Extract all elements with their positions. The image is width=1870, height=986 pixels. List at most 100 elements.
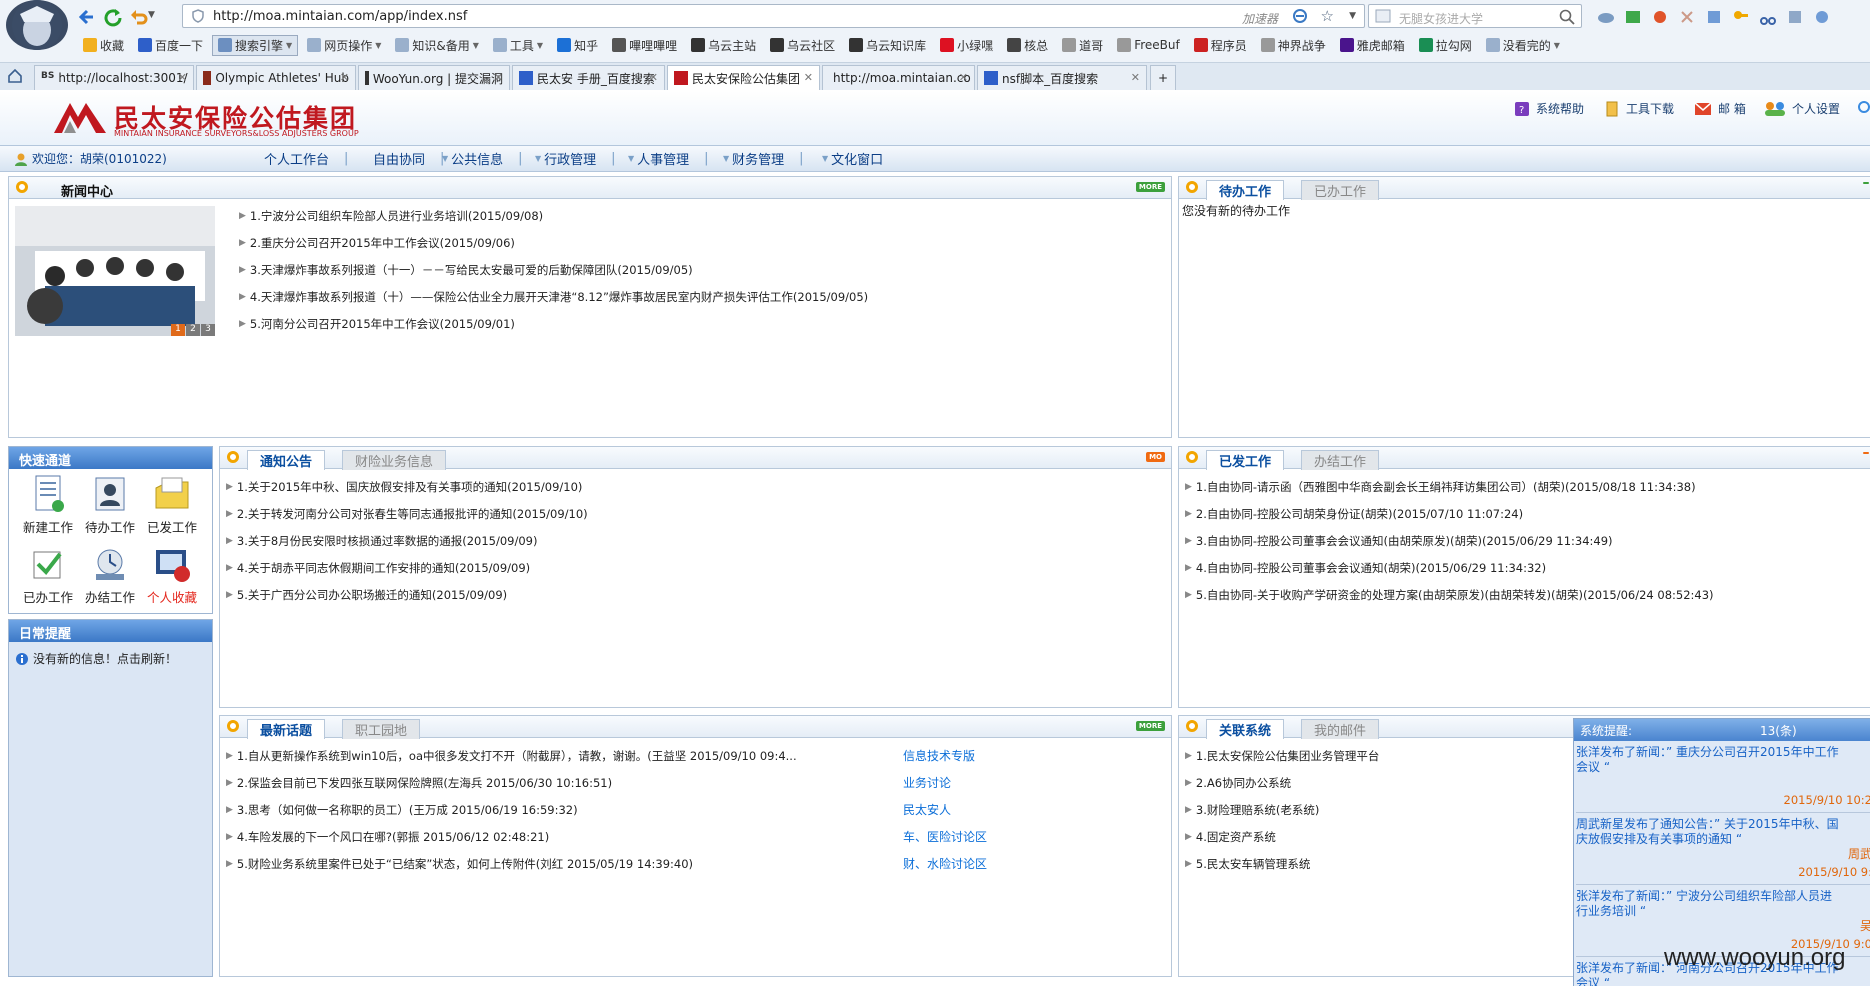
close-icon[interactable]: ✕: [494, 71, 503, 84]
address-bar[interactable]: http://moa.mintaian.com/app/index.nsf 加速…: [182, 4, 1365, 28]
tab-latest-topics[interactable]: 最新话题: [247, 719, 326, 739]
accelerator-label[interactable]: 加速器: [1242, 10, 1278, 27]
list-item-link[interactable]: 1.民太安保险公估集团业务管理平台: [1196, 748, 1379, 764]
tab-sent-work[interactable]: 已发工作: [1206, 450, 1285, 470]
menu-item[interactable]: ▼ 文化窗口: [822, 149, 883, 168]
popup-item-text[interactable]: 张洋发布了新闻：” 重庆分公司召开2015年中工作会议 “: [1576, 745, 1841, 775]
tab-staff-garden[interactable]: 职工园地: [342, 719, 421, 739]
browser-tab[interactable]: http://moa.mintaian.co ✕: [822, 65, 975, 90]
close-icon[interactable]: ✕: [804, 71, 813, 84]
popup-item-text[interactable]: 张洋发布了新闻：” 宁波分公司组织车险部人员进行业务培训 “: [1576, 889, 1841, 919]
bookmark-item[interactable]: 嗶哩嗶哩: [607, 36, 682, 55]
list-item-link[interactable]: 4.车险发展的下一个风口在哪?(郭振 2015/06/12 02:48:21): [237, 829, 549, 845]
notice-more-button[interactable]: MO: [1146, 452, 1165, 462]
list-item-link[interactable]: 4.自由协同-控股公司董事会会议通知(胡荣)(2015/06/29 11:34:…: [1196, 560, 1546, 576]
list-item-link[interactable]: 1.自从更新操作系统到win10后，oa中很多发文打不开（附截屏），请教，谢谢。…: [237, 748, 797, 764]
bookmark-item[interactable]: 百度一下: [133, 36, 208, 55]
menu-item[interactable]: ▼ 行政管理 |: [535, 149, 616, 168]
browser-tab[interactable]: Olympic Athletes' Hub ✕: [196, 65, 356, 90]
list-item[interactable]: ▶ 3.关于8月份民安限时核损通过率数据的通报(2015/09/09): [226, 527, 588, 554]
list-item-link[interactable]: 2.重庆分公司召开2015年中工作会议(2015/09/06): [250, 235, 515, 251]
list-item[interactable]: ▶ 4.车险发展的下一个风口在哪?(郭振 2015/06/12 02:48:21): [226, 823, 797, 850]
bookmark-item[interactable]: 乌云社区: [765, 36, 840, 55]
user-avatar[interactable]: [6, 0, 68, 50]
list-item-link[interactable]: 4.天津爆炸事故系列报道（十）——保险公估业全力展开天津港“8.12”爆炸事故居…: [250, 289, 868, 305]
menu-item[interactable]: ▼ 财务管理 |: [723, 149, 804, 168]
puzzle-icon[interactable]: [1786, 8, 1804, 26]
list-item[interactable]: ▶ 4.自由协同-控股公司董事会会议通知(胡荣)(2015/06/29 11:34…: [1185, 554, 1714, 581]
sent-more-button[interactable]: [1863, 452, 1869, 454]
topics-more-button[interactable]: MORE: [1135, 721, 1165, 731]
tab-todo[interactable]: 待办工作: [1206, 180, 1285, 200]
list-item-link[interactable]: 5.财险业务系统里案件已处于“已结案”状态，如何上传附件(刘红 2015/05/…: [237, 856, 693, 872]
list-item-link[interactable]: 3.思考（如何做一名称职的员工）(王万成 2015/06/19 16:59:32…: [237, 802, 578, 818]
topic-category-link[interactable]: 财、水险讨论区: [903, 855, 987, 872]
menu-item[interactable]: 自由协同 |: [373, 149, 444, 168]
bookmark-item[interactable]: 知识&备用 ▼: [390, 36, 484, 55]
quick-sent-work[interactable]: 已发工作: [141, 474, 203, 536]
screenshot-icon[interactable]: [1624, 8, 1642, 26]
list-item[interactable]: ▶ 2.保监会目前已下发四张互联网保险牌照(左海兵 2015/06/30 10:1…: [226, 769, 797, 796]
bookmark-item[interactable]: 知乎: [552, 36, 603, 55]
bookmark-item[interactable]: 道哥: [1057, 36, 1108, 55]
news-photo[interactable]: 123: [15, 206, 215, 336]
list-item-link[interactable]: 3.关于8月份民安限时核损通过率数据的通报(2015/09/09): [237, 533, 538, 549]
personal-settings-link[interactable]: 个人设置: [1764, 100, 1840, 117]
list-item-link[interactable]: 5.河南分公司召开2015年中工作会议(2015/09/01): [250, 316, 515, 332]
bookmark-item[interactable]: 小绿嘿: [935, 36, 998, 55]
bookmark-item[interactable]: 搜索引擎 ▼: [212, 34, 299, 56]
list-item[interactable]: ▶ 4.关于胡赤平同志休假期间工作安排的通知(2015/09/09): [226, 554, 588, 581]
list-item[interactable]: ▶ 2.A6协同办公系统: [1185, 769, 1379, 796]
address-dropdown-icon[interactable]: ▼: [1349, 11, 1356, 21]
close-icon[interactable]: ✕: [959, 71, 968, 84]
wand-icon[interactable]: [1651, 8, 1669, 26]
list-item-link[interactable]: 2.自由协同-控股公司胡荣身份证(胡荣)(2015/07/10 11:07:24…: [1196, 506, 1523, 522]
news-more-button[interactable]: MORE: [1135, 182, 1165, 192]
compat-mode-icon[interactable]: [1292, 8, 1308, 24]
bookmark-item[interactable]: 没看完的 ▼: [1481, 36, 1565, 55]
list-item-link[interactable]: 5.自由协同-关于收购产学研资金的处理方案(由胡荣原发)(由胡荣转发)(胡荣)(…: [1196, 587, 1714, 603]
list-item-link[interactable]: 3.自由协同-控股公司董事会会议通知(由胡荣原发)(胡荣)(2015/06/29…: [1196, 533, 1613, 549]
list-item[interactable]: ▶ 5.河南分公司召开2015年中工作会议(2015/09/01): [239, 310, 868, 337]
browser-tab[interactable]: WooYun.org | 提交漏洞 ✕: [358, 65, 510, 90]
bookmark-item[interactable]: 乌云主站: [686, 36, 761, 55]
bookmark-item[interactable]: 拉勾网: [1414, 36, 1477, 55]
search-engine-icon[interactable]: [1375, 9, 1391, 23]
topic-category-link[interactable]: 车、医险讨论区: [903, 828, 987, 845]
list-item[interactable]: ▶ 1.宁波分公司组织车险部人员进行业务培训(2015/09/08): [239, 202, 868, 229]
close-icon[interactable]: ✕: [1131, 71, 1140, 84]
new-tab-button[interactable]: +: [1150, 65, 1176, 90]
list-item-link[interactable]: 1.自由协同-请示函（西雅图中华商会副会长王绢祎拜访集团公司）(胡荣)(2015…: [1196, 479, 1696, 495]
search-box[interactable]: 无腿女孩进大学: [1368, 4, 1582, 28]
list-item[interactable]: ▶ 5.关于广西分公司办公职场搬迁的通知(2015/09/09): [226, 581, 588, 608]
extra-header-icon[interactable]: [1858, 100, 1870, 114]
close-icon[interactable]: ✕: [649, 71, 658, 84]
daily-reminder-refresh[interactable]: 没有新的信息！点击刷新！: [15, 650, 177, 667]
list-item[interactable]: ▶ 2.重庆分公司召开2015年中工作会议(2015/09/06): [239, 229, 868, 256]
list-item[interactable]: ▶ 2.关于转发河南分公司对张春生等同志通报批评的通知(2015/09/10): [226, 500, 588, 527]
browser-tab[interactable]: nsf脚本_百度搜索 ✕: [977, 65, 1147, 90]
bookmark-item[interactable]: FreeBuf: [1112, 37, 1185, 53]
list-item[interactable]: ▶ 5.财险业务系统里案件已处于“已结案”状态，如何上传附件(刘红 2015/05…: [226, 850, 797, 877]
list-item[interactable]: ▶ 3.天津爆炸事故系列报道（十一）－－写给民太安最可爱的后勤保障团队(2015/…: [239, 256, 868, 283]
quick-todo-work[interactable]: 待办工作: [79, 474, 141, 536]
popup-item[interactable]: 周武新星发布了通知公告：” 关于2015年中秋、国庆放假安排及有关事项的通知 “…: [1576, 815, 1870, 885]
popup-item-text[interactable]: 周武新星发布了通知公告：” 关于2015年中秋、国庆放假安排及有关事项的通知 “: [1576, 817, 1841, 847]
key-icon[interactable]: [1732, 8, 1750, 26]
list-item[interactable]: ▶ 3.财险理赔系统(老系统): [1185, 796, 1379, 823]
list-item[interactable]: ▶ 4.天津爆炸事故系列报道（十）——保险公估业全力展开天津港“8.12”爆炸事故…: [239, 283, 868, 310]
tools-icon[interactable]: [1813, 8, 1831, 26]
list-item-link[interactable]: 5.民太安车辆管理系统: [1196, 856, 1310, 872]
list-item[interactable]: ▶ 5.民太安车辆管理系统: [1185, 850, 1379, 877]
undo-dropdown-icon[interactable]: ▼: [148, 10, 155, 20]
tab-related-systems[interactable]: 关联系统: [1206, 719, 1285, 739]
mailbox-link[interactable]: 邮 箱: [1694, 100, 1746, 117]
list-item-link[interactable]: 3.天津爆炸事故系列报道（十一）－－写给民太安最可爱的后勤保障团队(2015/0…: [250, 262, 693, 278]
bookmark-item[interactable]: 网页操作 ▼: [302, 36, 386, 55]
list-item-link[interactable]: 4.固定资产系统: [1196, 829, 1276, 845]
quick-favorites[interactable]: 个人收藏: [141, 544, 203, 606]
list-item-link[interactable]: 1.宁波分公司组织车险部人员进行业务培训(2015/09/08): [250, 208, 543, 224]
tab-property-business-info[interactable]: 财险业务信息: [342, 450, 447, 470]
tab-done[interactable]: 已办工作: [1301, 180, 1380, 200]
slide-number-button[interactable]: 2: [186, 324, 200, 336]
